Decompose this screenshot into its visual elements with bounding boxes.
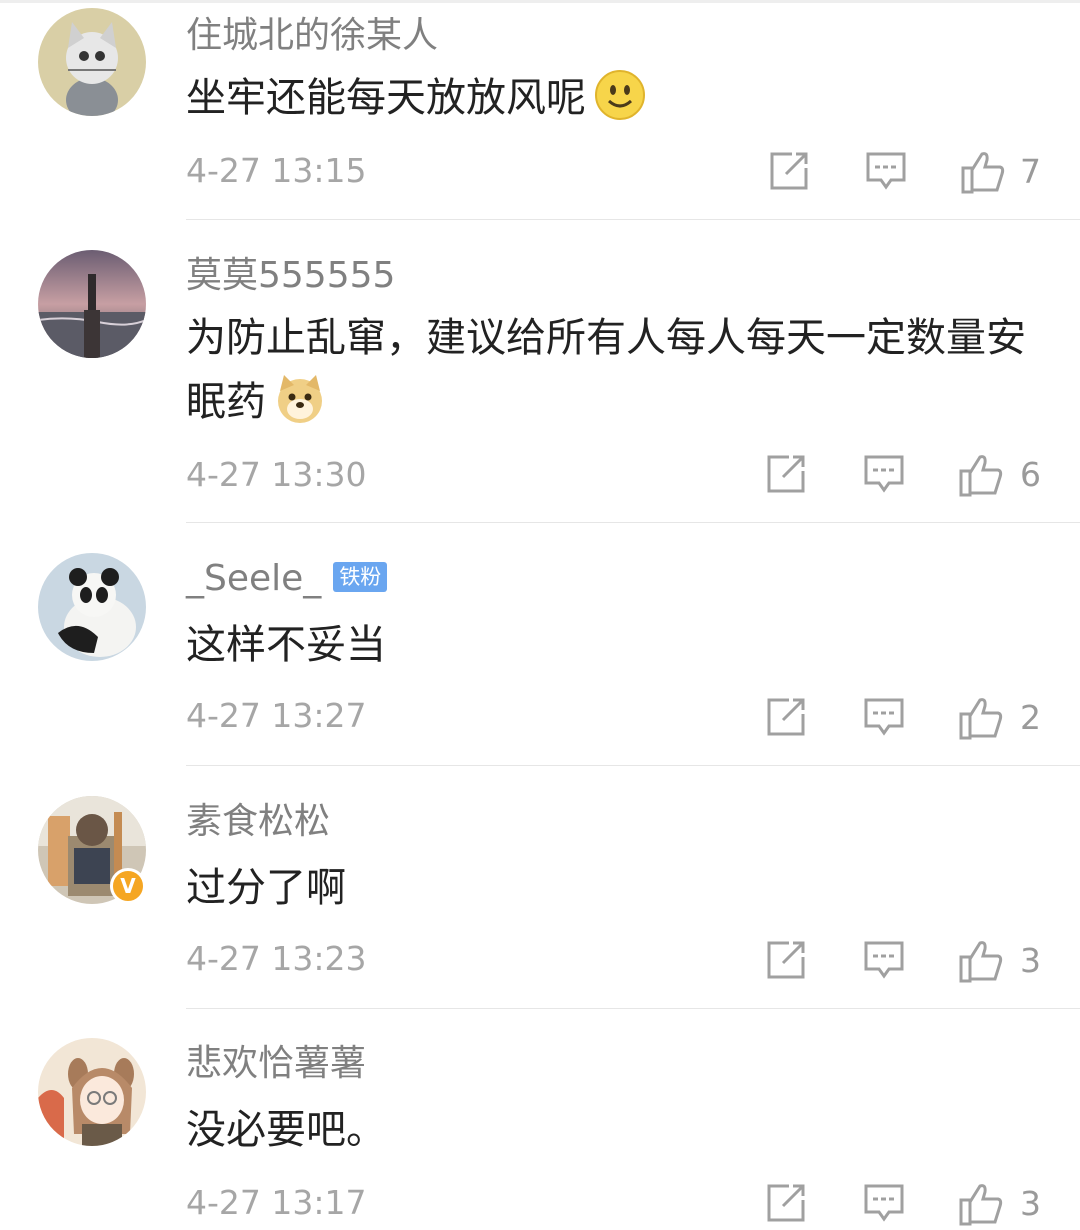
comment-icon[interactable] bbox=[863, 696, 905, 742]
thumbs-up-icon[interactable] bbox=[958, 939, 1004, 987]
comment-text: 坐牢还能每天放放风呢 bbox=[186, 66, 1036, 140]
action-bar: 6 bbox=[0, 453, 1080, 497]
avatar[interactable] bbox=[38, 1038, 146, 1146]
username[interactable]: 住城北的徐某人 bbox=[186, 14, 438, 58]
share-icon[interactable] bbox=[765, 939, 807, 985]
comment-text-content: 坐牢还能每天放放风呢 bbox=[186, 75, 586, 121]
thumbs-up-icon[interactable] bbox=[958, 696, 1004, 744]
action-bar: 7 bbox=[0, 150, 1080, 194]
share-icon[interactable] bbox=[765, 1182, 807, 1228]
action-bar: 2 bbox=[0, 696, 1080, 740]
share-icon[interactable] bbox=[765, 453, 807, 499]
username[interactable]: 莫莫555555 bbox=[186, 254, 395, 298]
like-count: 6 bbox=[1020, 455, 1041, 494]
doge-emoji bbox=[274, 373, 326, 444]
comment-feed: { "comments": [ {"username": "住城北的徐某人", … bbox=[0, 0, 1080, 1226]
username: _Seele_ 铁粉 bbox=[186, 557, 388, 601]
username[interactable]: 素食松松 bbox=[186, 800, 330, 844]
comment-text: 没必要吧。 bbox=[186, 1107, 386, 1153]
comment-icon[interactable] bbox=[863, 1182, 905, 1228]
avatar[interactable] bbox=[38, 250, 146, 358]
verified-badge: V bbox=[110, 868, 146, 904]
username[interactable]: 悲欢恰薯薯 bbox=[186, 1042, 366, 1086]
action-bar: 3 bbox=[0, 1182, 1080, 1226]
divider bbox=[186, 522, 1080, 523]
like-count: 3 bbox=[1020, 1184, 1041, 1223]
action-bar: 3 bbox=[0, 939, 1080, 983]
avatar[interactable] bbox=[38, 553, 146, 661]
thumbs-up-icon[interactable] bbox=[960, 150, 1006, 198]
like-count: 3 bbox=[1020, 941, 1041, 980]
like-count: 2 bbox=[1020, 698, 1041, 737]
smile-emoji bbox=[594, 69, 646, 140]
comment-icon[interactable] bbox=[865, 150, 907, 196]
thumbs-up-icon[interactable] bbox=[958, 453, 1004, 501]
share-icon[interactable] bbox=[768, 150, 810, 196]
like-count: 7 bbox=[1020, 152, 1041, 191]
comment-text: 过分了啊 bbox=[186, 865, 346, 911]
comment-text: 为防止乱窜，建议给所有人每人每天一定数量安眠药 bbox=[186, 306, 1036, 444]
top-divider bbox=[0, 0, 1080, 3]
comment-icon[interactable] bbox=[863, 939, 905, 985]
share-icon[interactable] bbox=[765, 696, 807, 742]
divider bbox=[186, 1008, 1080, 1009]
comment-text: 这样不妥当 bbox=[186, 622, 386, 668]
divider bbox=[186, 219, 1080, 220]
username-text[interactable]: _Seele_ bbox=[186, 558, 321, 599]
divider bbox=[186, 765, 1080, 766]
fan-badge: 铁粉 bbox=[333, 562, 388, 592]
avatar[interactable] bbox=[38, 8, 146, 116]
thumbs-up-icon[interactable] bbox=[958, 1182, 1004, 1230]
comment-icon[interactable] bbox=[863, 453, 905, 499]
